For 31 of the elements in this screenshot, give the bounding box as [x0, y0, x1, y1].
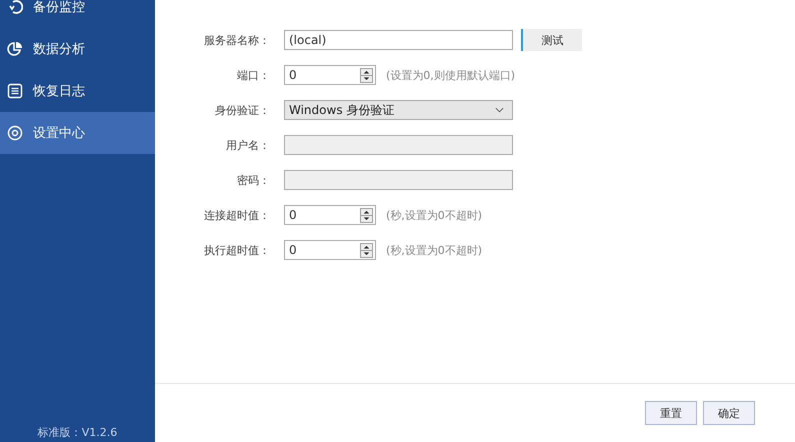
- input-field[interactable]: (local): [284, 30, 513, 50]
- hint-text: (秒,设置为0不超时): [386, 208, 482, 222]
- number-field[interactable]: 0: [284, 65, 376, 85]
- field-label: 用户名：: [225, 138, 270, 152]
- test-button[interactable]: 测试: [521, 29, 582, 51]
- field-label: 密码：: [236, 172, 270, 188]
- field-label: 执行超时值：: [203, 242, 270, 258]
- field-label: 身份验证：: [214, 102, 270, 118]
- pie-chart-icon: [7, 41, 23, 57]
- chevron-down-icon: [495, 107, 504, 113]
- spinner-icon[interactable]: [360, 208, 373, 222]
- footer-button[interactable]: 确定: [703, 401, 755, 425]
- hint-text: (设置为0,则使用默认端口): [386, 68, 516, 82]
- field-label: 服务器名称：: [203, 32, 270, 48]
- hint-text: (秒,设置为0不超时): [386, 242, 482, 258]
- auth-dropdown[interactable]: Windows 身份验证: [284, 100, 513, 120]
- document-icon: [7, 83, 23, 99]
- sidebar-item[interactable]: 数据分析: [0, 28, 155, 70]
- footer-button[interactable]: 重置: [645, 401, 697, 425]
- sidebar-item[interactable]: 备份监控: [0, 0, 155, 28]
- number-field[interactable]: 0: [284, 205, 376, 225]
- history-icon: [7, 0, 23, 15]
- number-field[interactable]: 0: [284, 240, 376, 260]
- field-label: 连接超时值：: [203, 208, 270, 222]
- sidebar-item[interactable]: 设置中心: [0, 112, 155, 154]
- settings-icon: [7, 125, 23, 141]
- spinner-icon[interactable]: [360, 68, 373, 82]
- sidebar-item[interactable]: 恢复日志: [0, 70, 155, 112]
- spinner-icon[interactable]: [360, 242, 373, 258]
- field-label: 端口：: [236, 68, 270, 82]
- version-label: 标准版：V1.2.6: [36, 425, 118, 440]
